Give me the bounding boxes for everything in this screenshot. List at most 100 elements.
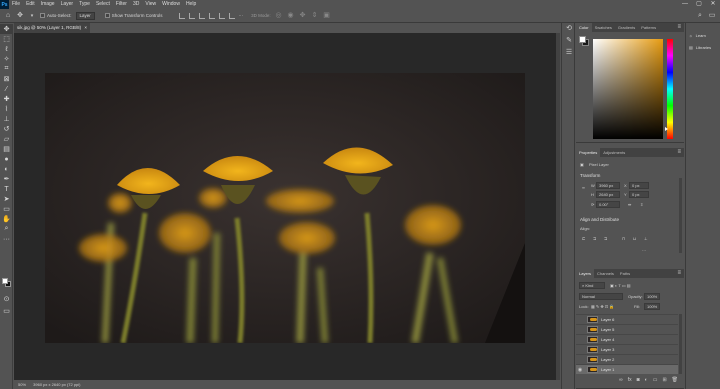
document-dimensions[interactable]: 3960 px x 2640 px (72 ppi) — [33, 382, 80, 387]
menu-help[interactable]: Help — [183, 0, 199, 9]
maximize-button[interactable]: ▢ — [692, 0, 706, 9]
pan-3d-icon[interactable]: ✥ — [299, 12, 307, 20]
clone-stamp-tool-icon[interactable]: ⊥ — [0, 114, 13, 124]
align-vcenter-icon[interactable] — [188, 12, 195, 19]
auto-select-target-dropdown[interactable]: Layer — [75, 11, 95, 20]
brush-settings-icon[interactable]: ✎ — [562, 35, 576, 47]
align-top-edges-icon[interactable]: ⊓ — [622, 236, 625, 241]
menu-layer[interactable]: Layer — [58, 0, 77, 9]
marquee-tool-icon[interactable]: ⬚ — [0, 34, 13, 44]
menu-3d[interactable]: 3D — [130, 0, 142, 9]
menu-file[interactable]: File — [9, 0, 23, 9]
layer-name[interactable]: Layer 1 — [601, 367, 614, 372]
layer-row-layer-4[interactable]: Layer 4 — [576, 334, 678, 344]
panel-menu-icon[interactable]: ≡ — [677, 269, 681, 278]
type-tool-icon[interactable]: T — [0, 184, 13, 194]
auto-select-checkbox[interactable]: Auto-Select: — [40, 13, 72, 19]
flip-vertical-icon[interactable]: ⇳ — [640, 202, 643, 207]
scale-3d-icon[interactable]: ▣ — [323, 12, 331, 20]
minimize-button[interactable]: — — [678, 0, 692, 9]
adjustment-layer-icon[interactable]: ◐ — [645, 376, 648, 385]
layer-row-layer-2[interactable]: Layer 2 — [576, 354, 678, 364]
magic-wand-tool-icon[interactable]: ✧ — [0, 54, 13, 64]
new-group-icon[interactable]: ▭ — [653, 376, 658, 385]
show-transform-checkbox[interactable]: Show Transform Controls — [104, 13, 163, 19]
crop-tool-icon[interactable]: ⌗ — [0, 64, 13, 74]
learn-panel-button[interactable]: ☼ Learn — [686, 29, 720, 41]
tab-properties[interactable]: Properties — [576, 148, 601, 157]
more-options-icon[interactable]: ··· — [239, 13, 244, 18]
move-tool-icon[interactable]: ✥ — [16, 12, 24, 20]
menu-type[interactable]: Type — [76, 0, 93, 9]
rectangle-tool-icon[interactable]: ▭ — [0, 204, 13, 214]
more-tools-icon[interactable]: ··· — [0, 234, 13, 244]
layer-row-layer-3[interactable]: Layer 3 — [576, 344, 678, 354]
hue-slider[interactable] — [667, 39, 673, 139]
adjust-settings-icon[interactable]: ☰ — [562, 47, 576, 59]
layer-name[interactable]: Layer 4 — [601, 337, 614, 342]
panel-menu-icon[interactable]: ≡ — [677, 148, 681, 157]
frame-tool-icon[interactable]: ⊠ — [0, 74, 13, 84]
search-icon[interactable]: ⌕ — [696, 12, 704, 20]
panel-menu-icon[interactable]: ≡ — [677, 23, 681, 32]
height-field[interactable]: 2640 px — [596, 191, 620, 198]
color-foreground-swatch[interactable] — [579, 36, 586, 43]
more-properties-icon[interactable]: ··· — [642, 248, 646, 253]
align-bottom-icon[interactable] — [198, 12, 205, 19]
tab-gradients[interactable]: Gradients — [615, 23, 638, 32]
align-v-centers-icon[interactable]: ⊔ — [633, 236, 636, 241]
align-left-edges-icon[interactable]: ⊏ — [582, 236, 585, 241]
layer-name[interactable]: Layer 5 — [601, 327, 614, 332]
pen-tool-icon[interactable]: ✒ — [0, 174, 13, 184]
dodge-tool-icon[interactable]: ◐ — [0, 164, 13, 174]
close-window-button[interactable]: ✕ — [706, 0, 720, 9]
menu-view[interactable]: View — [142, 0, 159, 9]
align-right-icon[interactable] — [228, 12, 235, 19]
roll-3d-icon[interactable]: ◉ — [287, 12, 295, 20]
hue-slider-handle[interactable] — [665, 127, 668, 131]
menu-image[interactable]: Image — [38, 0, 58, 9]
layers-scrollbar[interactable] — [679, 314, 682, 374]
filter-icons[interactable]: ▣ ◐ T ▭ ▤ — [610, 283, 631, 288]
x-field[interactable]: 0 px — [629, 182, 649, 189]
layer-name[interactable]: Layer 2 — [601, 357, 614, 362]
link-dimensions-icon[interactable]: ∞ — [582, 185, 585, 190]
brush-tool-icon[interactable]: ⌇ — [0, 104, 13, 114]
layer-style-icon[interactable]: fx — [628, 376, 632, 385]
document-image[interactable] — [45, 73, 525, 343]
zoom-tool-icon[interactable]: ⌕ — [0, 224, 13, 234]
foreground-color-swatch[interactable] — [2, 278, 8, 284]
layer-name[interactable]: Layer 6 — [601, 317, 614, 322]
fill-field[interactable]: 100% — [644, 303, 660, 310]
tab-channels[interactable]: Channels — [594, 269, 617, 278]
menu-select[interactable]: Select — [93, 0, 113, 9]
align-right-edges-icon[interactable]: ⊐ — [604, 236, 607, 241]
align-left-icon[interactable] — [208, 12, 215, 19]
home-icon[interactable]: ⌂ — [4, 12, 12, 20]
lock-icons[interactable]: ▦ ✎ ✥ ⊡ 🔒 — [591, 304, 614, 309]
tab-patterns[interactable]: Patterns — [638, 23, 659, 32]
width-field[interactable]: 3960 px — [596, 182, 620, 189]
angle-field[interactable]: 0.00° — [596, 201, 620, 208]
zoom-level[interactable]: 50% — [18, 382, 26, 387]
move-tool-icon[interactable]: ✥ — [0, 24, 13, 34]
libraries-panel-button[interactable]: ▤ Libraries — [686, 41, 720, 53]
opacity-field[interactable]: 100% — [644, 293, 660, 300]
workspace-icon[interactable]: ▭ — [708, 12, 716, 20]
color-picker-field[interactable] — [593, 39, 663, 139]
tab-swatches[interactable]: Swatches — [592, 23, 615, 32]
slide-3d-icon[interactable]: ⇕ — [311, 12, 319, 20]
align-top-icon[interactable] — [178, 12, 185, 19]
align-hcenter-icon[interactable] — [218, 12, 225, 19]
add-mask-icon[interactable]: ◙ — [637, 376, 640, 385]
lasso-tool-icon[interactable]: ℓ — [0, 44, 13, 54]
path-selection-tool-icon[interactable]: ➤ — [0, 194, 13, 204]
gradient-tool-icon[interactable]: ▤ — [0, 144, 13, 154]
quick-mask-icon[interactable]: ⊙ — [0, 294, 13, 304]
orbit-3d-icon[interactable]: ◎ — [275, 12, 283, 20]
properties-scrollbar[interactable] — [679, 178, 682, 253]
menu-window[interactable]: Window — [159, 0, 183, 9]
layer-row-layer-6[interactable]: Layer 6 — [576, 314, 678, 324]
history-brush-tool-icon[interactable]: ↺ — [0, 124, 13, 134]
chevron-down-icon[interactable]: ▾ — [28, 12, 36, 20]
